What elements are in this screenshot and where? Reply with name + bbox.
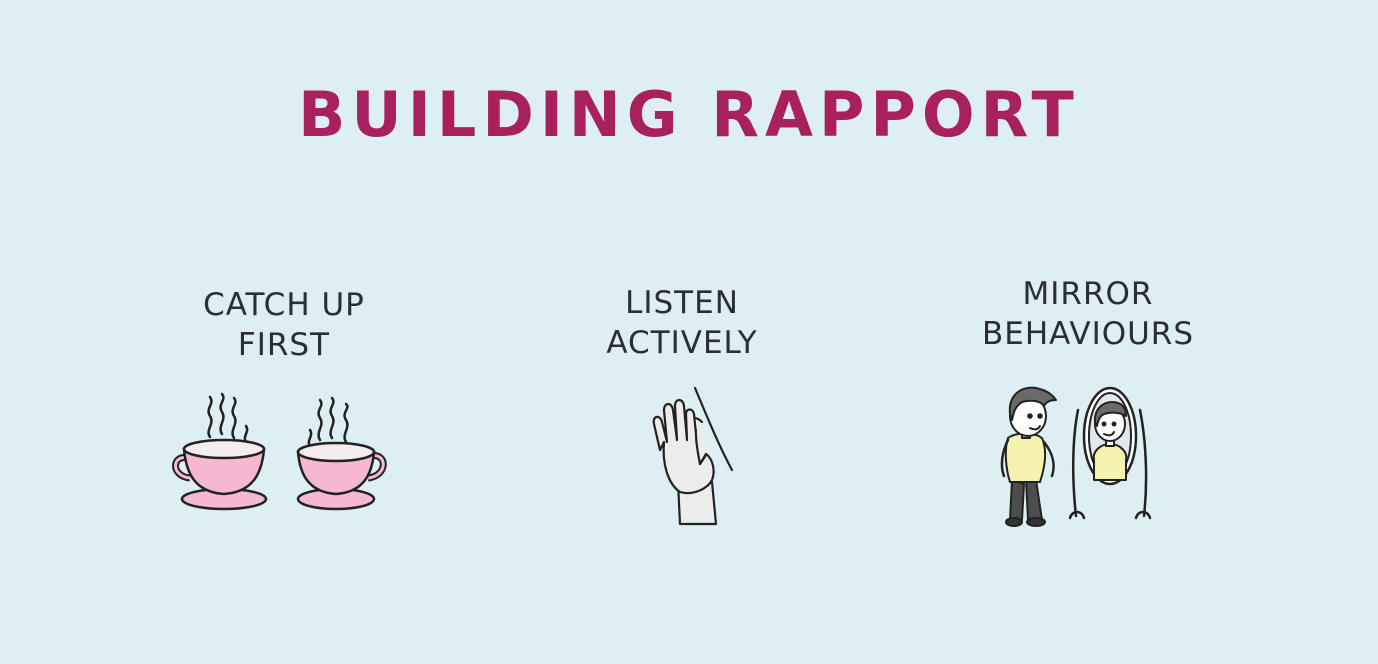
hand-ear-icon bbox=[640, 384, 740, 529]
item-label-line1: LISTEN bbox=[625, 285, 739, 321]
slide-canvas: BUILDING RAPPORT CATCH UP FIRST LISTEN A… bbox=[0, 0, 1378, 664]
item-label: MIRROR BEHAVIOURS bbox=[928, 274, 1248, 354]
coffee-cups-icon bbox=[170, 392, 390, 517]
coffee-cups-svg bbox=[172, 392, 387, 511]
item-label-line2: FIRST bbox=[237, 327, 331, 363]
item-label-line1: MIRROR bbox=[1022, 276, 1154, 312]
person-mirror-svg bbox=[1000, 386, 1152, 527]
item-label: LISTEN ACTIVELY bbox=[522, 283, 842, 363]
person-mirror-icon bbox=[1000, 380, 1170, 530]
item-label: CATCH UP FIRST bbox=[124, 285, 444, 365]
item-label-line2: ACTIVELY bbox=[606, 325, 758, 361]
item-label-line2: BEHAVIOURS bbox=[981, 316, 1195, 352]
hand-ear-svg bbox=[652, 386, 734, 526]
item-label-line1: CATCH UP bbox=[203, 287, 365, 323]
page-title: BUILDING RAPPORT bbox=[298, 78, 1080, 151]
